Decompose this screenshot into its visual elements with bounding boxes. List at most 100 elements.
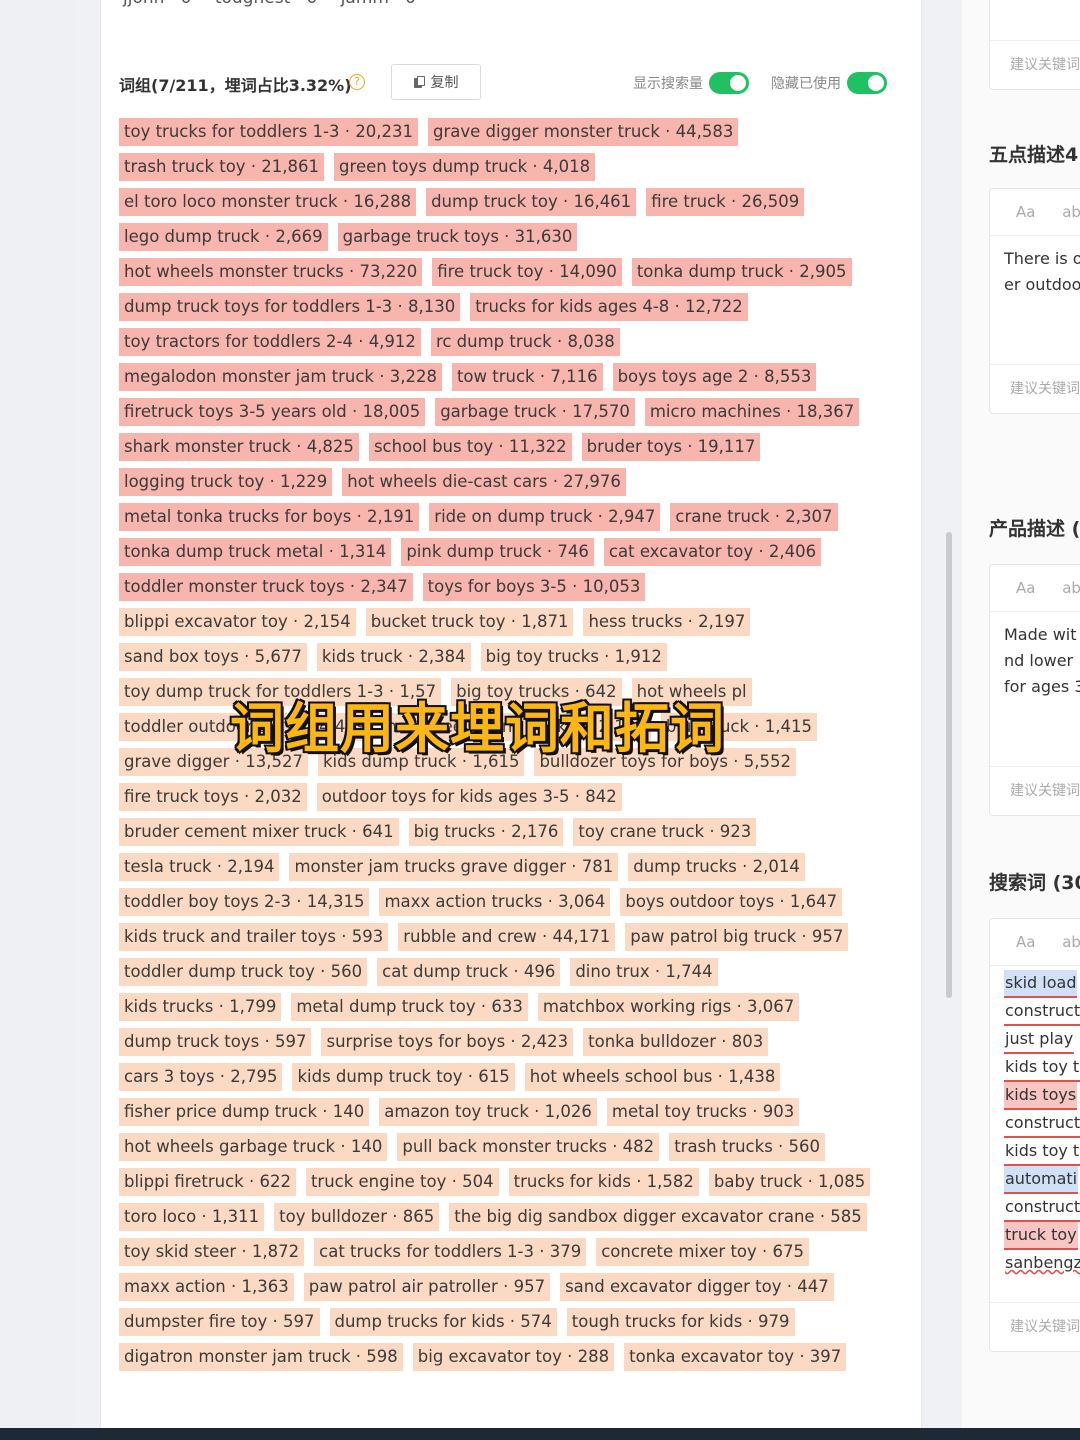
suggest-keywords-footer[interactable]: 建议关键词	[990, 1302, 1080, 1351]
keyword-chip[interactable]: truck engine toy · 504	[305, 1168, 499, 1196]
keyword-chip[interactable]: tonka dump truck metal · 1,314	[119, 538, 392, 566]
keyword-chip[interactable]: tonka bulldozer · 803	[583, 1028, 769, 1056]
product-desc-text[interactable]: Made wit nd lower for ages 3	[990, 612, 1080, 710]
search-terms-text[interactable]: skid load construct just play kids toy t…	[990, 966, 1080, 1280]
keyword-chip[interactable]: metal tonka trucks for boys · 2,191	[119, 503, 420, 531]
keyword-chip[interactable]: cat trucks for toddlers 1-3 · 379	[314, 1238, 587, 1266]
keyword-chip[interactable]: school bus toy · 11,322	[368, 433, 572, 461]
keyword-chip[interactable]: paw patrol big truck · 957	[625, 923, 849, 951]
keyword-chip[interactable]: fire truck · 26,509	[646, 188, 805, 216]
keyword-chip[interactable]: toys for boys 3-5 · 10,053	[422, 573, 646, 601]
copy-button[interactable]: 复制	[391, 64, 481, 100]
keyword-chip[interactable]: cat dump truck · 496	[377, 958, 561, 986]
keyword-chip[interactable]: matchbox working rigs · 3,067	[537, 993, 800, 1021]
scrollbar[interactable]	[946, 532, 952, 998]
keyword-chip[interactable]: fire truck toys · 2,032	[119, 783, 307, 811]
keyword-chip[interactable]: kids dump truck toy · 615	[292, 1063, 515, 1091]
keyword-chip[interactable]: hot wheels garbage truck · 140	[119, 1133, 388, 1161]
keyword-chip[interactable]: sand excavator digger toy · 447	[560, 1273, 834, 1301]
keyword-chip[interactable]: tow truck · 7,116	[451, 363, 603, 391]
suggest-keywords-footer[interactable]: 建议关键词	[990, 40, 1080, 89]
keyword-chip[interactable]: hess trucks · 2,197	[583, 608, 751, 636]
keyword-chip[interactable]: the big dig sandbox digger excavator cra…	[449, 1203, 867, 1231]
keyword-chip[interactable]: tesla truck · 2,194	[119, 853, 280, 881]
hide-used-toggle[interactable]	[847, 72, 887, 94]
five-point-text[interactable]: There is o er outdoo	[990, 236, 1080, 308]
keyword-chip[interactable]: jjohn · 0	[123, 0, 191, 8]
suggest-keywords-footer[interactable]: 建议关键词	[990, 364, 1080, 413]
keyword-chip[interactable]: toddler monster truck toys · 2,347	[119, 573, 413, 601]
show-search-volume-toggle[interactable]	[709, 72, 749, 94]
keyword-chip[interactable]: boys toys age 2 · 8,553	[612, 363, 817, 391]
keyword-chip[interactable]: outdoor toys for kids ages 3-5 · 842	[316, 783, 622, 811]
keyword-chip[interactable]: lego dump truck · 2,669	[119, 223, 328, 251]
keyword-chip[interactable]: toro loco · 1,311	[119, 1203, 265, 1231]
keyword-chip[interactable]: paw patrol air patroller · 957	[303, 1273, 551, 1301]
keyword-chip[interactable]: toy tractors for toddlers 2-4 · 4,912	[119, 328, 421, 356]
keyword-chip[interactable]: tonka excavator toy · 397	[624, 1343, 847, 1371]
keyword-chip[interactable]: kids truck and trailer toys · 593	[119, 923, 389, 951]
keyword-chip[interactable]: amazon toy truck · 1,026	[379, 1098, 597, 1126]
keyword-chip[interactable]: toy skid steer · 1,872	[119, 1238, 305, 1266]
abc-icon[interactable]: ab	[1062, 579, 1080, 597]
keyword-chip[interactable]: trucks for kids ages 4-8 · 12,722	[470, 293, 748, 321]
keyword-chip[interactable]: dino trux · 1,744	[570, 958, 718, 986]
suggest-keywords-footer[interactable]: 建议关键词	[990, 766, 1080, 815]
keyword-chip[interactable]: big trucks · 2,176	[408, 818, 564, 846]
keyword-chip[interactable]: grave digger monster truck · 44,583	[427, 118, 739, 146]
keyword-chip[interactable]: maxx action · 1,363	[119, 1273, 294, 1301]
keyword-chip[interactable]: trucks for kids · 1,582	[508, 1168, 699, 1196]
keyword-chip[interactable]: boys outdoor toys · 1,647	[620, 888, 843, 916]
abc-icon[interactable]: ab	[1062, 933, 1080, 951]
keyword-chip[interactable]: toddler dump truck toy · 560	[119, 958, 368, 986]
abc-icon[interactable]: ab	[1062, 203, 1080, 221]
keyword-chip[interactable]: toddler boy toys 2-3 · 14,315	[119, 888, 370, 916]
keyword-chip[interactable]: dump trucks · 2,014	[628, 853, 805, 881]
case-icon[interactable]: Aa	[1016, 933, 1035, 951]
keyword-chip[interactable]: toy crane truck · 923	[573, 818, 757, 846]
keyword-chip[interactable]: big excavator toy · 288	[412, 1343, 615, 1371]
keyword-chip[interactable]: garbage truck toys · 31,630	[337, 223, 578, 251]
keyword-chip[interactable]: logging truck toy · 1,229	[119, 468, 333, 496]
keyword-chip[interactable]: concrete mixer toy · 675	[596, 1238, 810, 1266]
keyword-chip[interactable]: bruder cement mixer truck · 641	[119, 818, 399, 846]
keyword-chip[interactable]: metal toy trucks · 903	[606, 1098, 800, 1126]
keyword-chip[interactable]: sand box toys · 5,677	[119, 643, 307, 671]
keyword-chip[interactable]: pull back monster trucks · 482	[397, 1133, 660, 1161]
keyword-chip[interactable]: blippi firetruck · 622	[119, 1168, 296, 1196]
keyword-chip[interactable]: fire truck toy · 14,090	[432, 258, 622, 286]
keyword-chip[interactable]: trash truck toy · 21,861	[119, 153, 325, 181]
keyword-chip[interactable]: jamm · 0	[341, 0, 416, 8]
keyword-chip[interactable]: kids trucks · 1,799	[119, 993, 282, 1021]
keyword-chip[interactable]: hot wheels die-cast cars · 27,976	[342, 468, 626, 496]
keyword-chip[interactable]: bruder toys · 19,117	[581, 433, 761, 461]
keyword-chip[interactable]: bucket truck toy · 1,871	[365, 608, 574, 636]
keyword-chip[interactable]: toy bulldozer · 865	[274, 1203, 440, 1231]
keyword-chip[interactable]: fisher price dump truck · 140	[119, 1098, 370, 1126]
keyword-chip[interactable]: monster jam trucks grave digger · 781	[289, 853, 619, 881]
keyword-chip[interactable]: green toys dump truck · 4,018	[334, 153, 596, 181]
keyword-chip[interactable]: dump truck toy · 16,461	[426, 188, 637, 216]
keyword-chip[interactable]: dump truck toys for toddlers 1-3 · 8,130	[119, 293, 461, 321]
keyword-chip[interactable]: trash trucks · 560	[669, 1133, 826, 1161]
keyword-chip[interactable]: digatron monster jam truck · 598	[119, 1343, 403, 1371]
keyword-chip[interactable]: ride on dump truck · 2,947	[429, 503, 661, 531]
help-icon[interactable]: ?	[349, 74, 365, 90]
keyword-chip[interactable]: rubble and crew · 44,171	[398, 923, 616, 951]
keyword-chip[interactable]: hot wheels monster trucks · 73,220	[119, 258, 423, 286]
keyword-chip[interactable]: metal dump truck toy · 633	[291, 993, 528, 1021]
keyword-chip[interactable]: dumpster fire toy · 597	[119, 1308, 320, 1336]
keyword-chip[interactable]: tough trucks for kids · 979	[566, 1308, 795, 1336]
case-icon[interactable]: Aa	[1016, 579, 1035, 597]
keyword-chip[interactable]: firetruck toys 3-5 years old · 18,005	[119, 398, 426, 426]
keyword-chip[interactable]: garbage truck · 17,570	[435, 398, 635, 426]
keyword-chip[interactable]: toy trucks for toddlers 1-3 · 20,231	[119, 118, 418, 146]
keyword-chip[interactable]: hot wheels school bus · 1,438	[524, 1063, 781, 1091]
keyword-chip[interactable]: toughest · 0	[215, 0, 317, 8]
keyword-chip[interactable]: dump truck toys · 597	[119, 1028, 312, 1056]
keyword-chip[interactable]: megalodon monster jam truck · 3,228	[119, 363, 442, 391]
keyword-chip[interactable]: surprise toys for boys · 2,423	[321, 1028, 574, 1056]
keyword-chip[interactable]: rc dump truck · 8,038	[430, 328, 620, 356]
keyword-chip[interactable]: pink dump truck · 746	[401, 538, 594, 566]
keyword-chip[interactable]: kids truck · 2,384	[316, 643, 471, 671]
